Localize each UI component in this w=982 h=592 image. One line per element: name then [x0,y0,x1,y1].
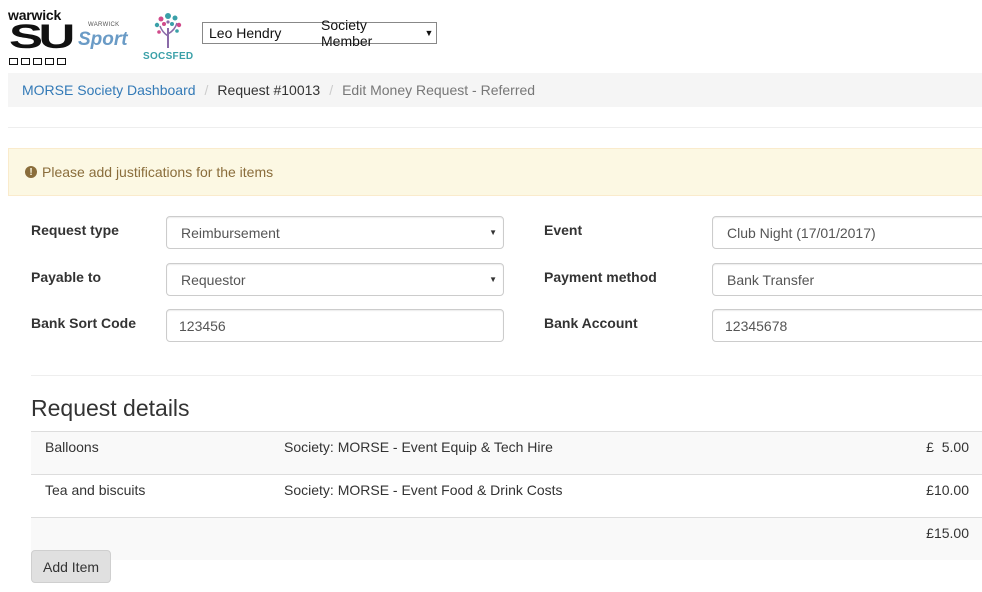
bank-account-input[interactable]: 12345678 [712,309,982,342]
bank-sort-code-label: Bank Sort Code [31,315,137,331]
request-type-value: Reimbursement [181,224,280,241]
user-name: Leo Hendry [209,25,282,41]
warning-alert-text: Please add justifications for the items [42,164,274,180]
payable-to-select[interactable]: Requestor ▼ [166,263,504,296]
request-items-table: Balloons Society: MORSE - Event Equip & … [31,431,982,560]
warwick-sport-logo[interactable]: WARWICK Sport [76,20,134,52]
item-amount: £ 5.00 [926,439,969,455]
socsfed-tree-icon [154,13,182,48]
event-value: Club Night (17/01/2017) [727,224,876,241]
caret-down-icon: ▼ [489,228,497,237]
total-amount: £15.00 [926,525,969,541]
socsfed-logo-text: SOCSFED [143,51,194,62]
item-name: Tea and biscuits [45,482,146,498]
warning-alert: ! Please add justifications for the item… [8,148,982,196]
breadcrumb: MORSE Society Dashboard / Request #10013… [8,73,982,107]
request-type-select[interactable]: Reimbursement ▼ [166,216,504,249]
payment-method-value: Bank Transfer [727,271,815,288]
payable-to-label: Payable to [31,269,102,285]
bank-sort-code-input[interactable]: 123456 [166,309,504,342]
request-type-label: Request type [31,222,119,238]
caret-down-icon: ▼ [489,275,497,284]
add-item-button[interactable]: Add Item [31,550,111,583]
event-field[interactable]: Club Night (17/01/2017) [712,216,982,249]
payment-method-label: Payment method [544,269,657,285]
user-role: Society Member [321,17,373,49]
divider [8,127,982,128]
event-label: Event [544,222,583,238]
user-role-select[interactable]: Leo Hendry Society Member ▼ [202,17,437,49]
breadcrumb-request[interactable]: Request #10013 [217,82,320,98]
warwick-su-logo[interactable]: warwick SU [8,8,75,65]
breadcrumb-separator: / [204,82,209,98]
caret-down-icon: ▼ [424,28,434,38]
item-amount: £10.00 [926,482,969,498]
item-budget: Society: MORSE - Event Food & Drink Cost… [284,482,563,498]
divider [31,375,982,376]
request-details-heading: Request details [31,395,190,421]
table-row[interactable]: Balloons Society: MORSE - Event Equip & … [31,431,982,474]
warwick-sport-logo-big: Sport [78,29,128,50]
payment-method-field[interactable]: Bank Transfer [712,263,982,296]
item-budget: Society: MORSE - Event Equip & Tech Hire [284,439,553,455]
payable-to-value: Requestor [181,271,246,288]
bank-account-value: 12345678 [725,317,788,334]
table-total-row: £15.00 [31,517,982,560]
warwick-su-logo-boxes [9,58,66,65]
socsfed-logo[interactable]: SOCSFED [140,10,196,64]
exclamation-circle-icon: ! [25,166,37,178]
site-header: warwick SU WARWICK Sport SOCSFED Leo Hen… [0,0,982,70]
warwick-sport-logo-small: WARWICK [88,22,120,28]
table-row[interactable]: Tea and biscuits Society: MORSE - Event … [31,474,982,517]
item-name: Balloons [45,439,99,455]
breadcrumb-current: Edit Money Request - Referred [342,82,536,98]
breadcrumb-dashboard-link[interactable]: MORSE Society Dashboard [22,82,196,98]
breadcrumb-separator: / [329,82,334,98]
bank-account-label: Bank Account [544,315,638,331]
bank-sort-code-value: 123456 [179,317,226,334]
warwick-su-logo-mark: SU [9,18,75,56]
